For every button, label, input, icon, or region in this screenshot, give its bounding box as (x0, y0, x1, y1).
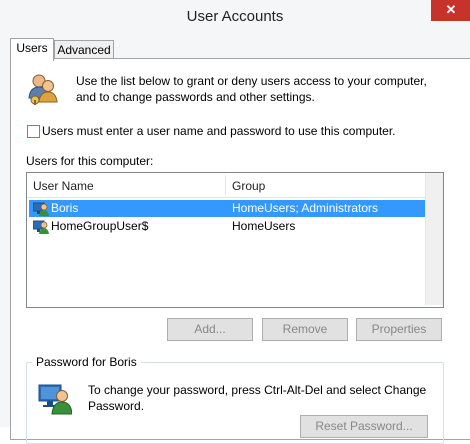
password-text-line2: Password. (88, 399, 145, 413)
require-login-label[interactable]: Users must enter a user name and passwor… (42, 123, 396, 139)
tab-users[interactable]: Users (10, 38, 54, 61)
table-row[interactable]: HomeGroupUser$ HomeUsers (29, 218, 425, 235)
user-name-cell: Boris (51, 201, 79, 215)
user-icon (33, 202, 49, 216)
users-list-header: User Name Group (27, 173, 425, 198)
password-group-title: Password for Boris (32, 354, 141, 370)
column-header-user-name[interactable]: User Name (27, 173, 223, 197)
password-text-line1: To change your password, press Ctrl-Alt-… (88, 383, 427, 397)
properties-button[interactable]: Properties (356, 318, 442, 341)
group-cell: HomeUsers (232, 219, 296, 233)
close-button[interactable]: ✕ (431, 0, 470, 21)
intro-text-line1: Use the list below to grant or deny user… (76, 74, 427, 88)
column-header-group[interactable]: Group (226, 173, 422, 197)
user-name-cell: HomeGroupUser$ (51, 219, 149, 233)
group-cell: HomeUsers; Administrators (232, 201, 379, 215)
window-title: User Accounts (186, 8, 284, 25)
require-login-checkbox[interactable] (27, 125, 40, 138)
intro-text-line2: and to change passwords and other settin… (76, 90, 315, 104)
user-password-icon (38, 384, 72, 415)
users-icon (28, 74, 58, 105)
title-bar[interactable]: User Accounts ✕ (0, 0, 470, 34)
close-icon: ✕ (445, 2, 457, 17)
remove-user-button[interactable]: Remove (262, 318, 348, 341)
table-row[interactable]: Boris HomeUsers; Administrators (29, 200, 425, 217)
add-user-button[interactable]: Add... (167, 318, 253, 341)
user-accounts-window: User Accounts ✕ Users Advanced Use the l… (0, 0, 470, 444)
tab-users-label: Users (16, 41, 48, 55)
tab-advanced-label: Advanced (57, 43, 111, 57)
users-list-caption: Users for this computer: (26, 154, 154, 168)
user-icon (33, 220, 49, 234)
users-list-scrollbar[interactable] (425, 173, 443, 305)
users-list[interactable]: User Name Group Boris HomeUsers; Adminis… (26, 172, 444, 308)
